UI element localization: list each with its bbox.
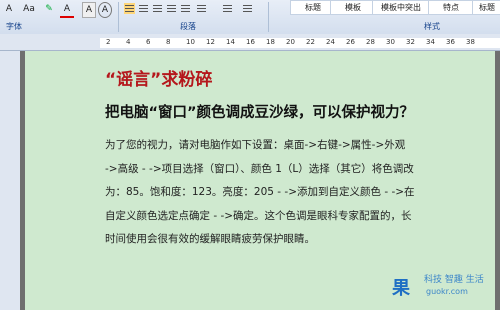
ruler-number: 12 bbox=[206, 38, 215, 46]
font-size-icon: A bbox=[5, 4, 13, 14]
body-line: 为了您的视力，请对电脑作如下设置：桌面->右键->属性->外观 bbox=[105, 139, 406, 151]
document-subheading: 把电脑“窗口”颜色调成豆沙绿，可以保护视力？ bbox=[105, 105, 415, 121]
horizontal-ruler[interactable]: 2 4 6 8 10 12 14 16 18 20 22 24 26 28 30 32 34 36 38 bbox=[0, 34, 500, 51]
ruler-number: 32 bbox=[406, 38, 415, 46]
highlight-button[interactable]: ✎ bbox=[42, 2, 56, 16]
ruler-number: 24 bbox=[326, 38, 335, 46]
ruler-number: 20 bbox=[286, 38, 295, 46]
guokr-logo-icon: 果 bbox=[392, 278, 410, 299]
paragraph-group-label: 段落 bbox=[180, 22, 196, 31]
change-case-label: Aa bbox=[23, 4, 35, 14]
ruler-number: 36 bbox=[446, 38, 455, 46]
borders-button[interactable] bbox=[242, 3, 253, 14]
font-shrink-button[interactable]: A bbox=[2, 2, 16, 16]
guokr-watermark: 果 科技 智趣 生活 guokr.com bbox=[392, 270, 500, 310]
ruler-number: 18 bbox=[266, 38, 275, 46]
body-line: 时间使用会很有效的缓解眼睛疲劳保护眼睛。 bbox=[105, 233, 315, 245]
align-center-button[interactable] bbox=[138, 3, 149, 14]
document-heading: “谣言”求粉碎 bbox=[105, 70, 213, 90]
justify-button[interactable] bbox=[166, 3, 177, 14]
ribbon-divider bbox=[268, 2, 269, 32]
body-line: 为：85。饱和度：123。亮度：205 - ->添加到自定义颜色 - ->在 bbox=[105, 186, 415, 198]
ruler-number: 8 bbox=[166, 38, 171, 46]
body-line: 自定义颜色选定点确定 - ->确定。这个色调是眼科专家配置的，长 bbox=[105, 209, 412, 222]
font-color-button[interactable]: A bbox=[60, 2, 74, 18]
font-color-icon: A bbox=[63, 4, 71, 14]
change-case-button[interactable]: Aa bbox=[20, 2, 38, 16]
ruler-number: 30 bbox=[386, 38, 395, 46]
line-spacing-button[interactable] bbox=[196, 3, 207, 14]
style-item[interactable]: 模板中突出 bbox=[372, 0, 430, 15]
ribbon-divider bbox=[118, 2, 119, 32]
char-shading-icon: A bbox=[85, 5, 93, 15]
style-group-label: 样式 bbox=[424, 22, 440, 31]
ruler-scale: 2 4 6 8 10 12 14 16 18 20 22 24 26 28 30 32 34 36 38 bbox=[100, 38, 500, 48]
ruler-number: 34 bbox=[426, 38, 435, 46]
watermark-url: guokr.com bbox=[426, 287, 468, 296]
style-item[interactable]: 特点 bbox=[428, 0, 474, 15]
ruler-number: 6 bbox=[146, 38, 151, 46]
body-line: ->高级 - ->项目选择（窗口）、颜色 1（L）选择（其它）将色调改 bbox=[105, 162, 414, 175]
document-body: 为了您的视力，请对电脑作如下设置：桌面->右键->属性->外观 ->高级 - -… bbox=[105, 134, 430, 252]
enclose-char-button[interactable]: A bbox=[98, 2, 112, 18]
distributed-button[interactable] bbox=[180, 3, 191, 14]
vertical-ruler[interactable] bbox=[0, 51, 20, 310]
ruler-number: 28 bbox=[366, 38, 375, 46]
ruler-number: 4 bbox=[126, 38, 131, 46]
ruler-number: 26 bbox=[346, 38, 355, 46]
ruler-number: 38 bbox=[466, 38, 475, 46]
enclose-char-icon: A bbox=[101, 5, 109, 15]
font-group-label: 字体 bbox=[6, 22, 22, 31]
style-item[interactable]: 模板 bbox=[330, 0, 376, 15]
align-left-button[interactable] bbox=[124, 3, 135, 14]
ruler-number: 16 bbox=[246, 38, 255, 46]
ruler-number: 14 bbox=[226, 38, 235, 46]
ruler-number: 2 bbox=[106, 38, 111, 46]
ribbon: A Aa ✎ A A A 字体 段落 标题 模板 模板中突出 特点 标题 样式 bbox=[0, 0, 500, 35]
ruler-number: 22 bbox=[306, 38, 315, 46]
watermark-tagline: 科技 智趣 生活 bbox=[424, 275, 484, 285]
align-right-button[interactable] bbox=[152, 3, 163, 14]
style-item[interactable]: 标题 bbox=[472, 0, 500, 15]
highlight-icon: ✎ bbox=[45, 4, 53, 14]
char-shading-button[interactable]: A bbox=[82, 2, 96, 18]
ruler-number: 10 bbox=[186, 38, 195, 46]
shading-button[interactable] bbox=[222, 3, 233, 14]
